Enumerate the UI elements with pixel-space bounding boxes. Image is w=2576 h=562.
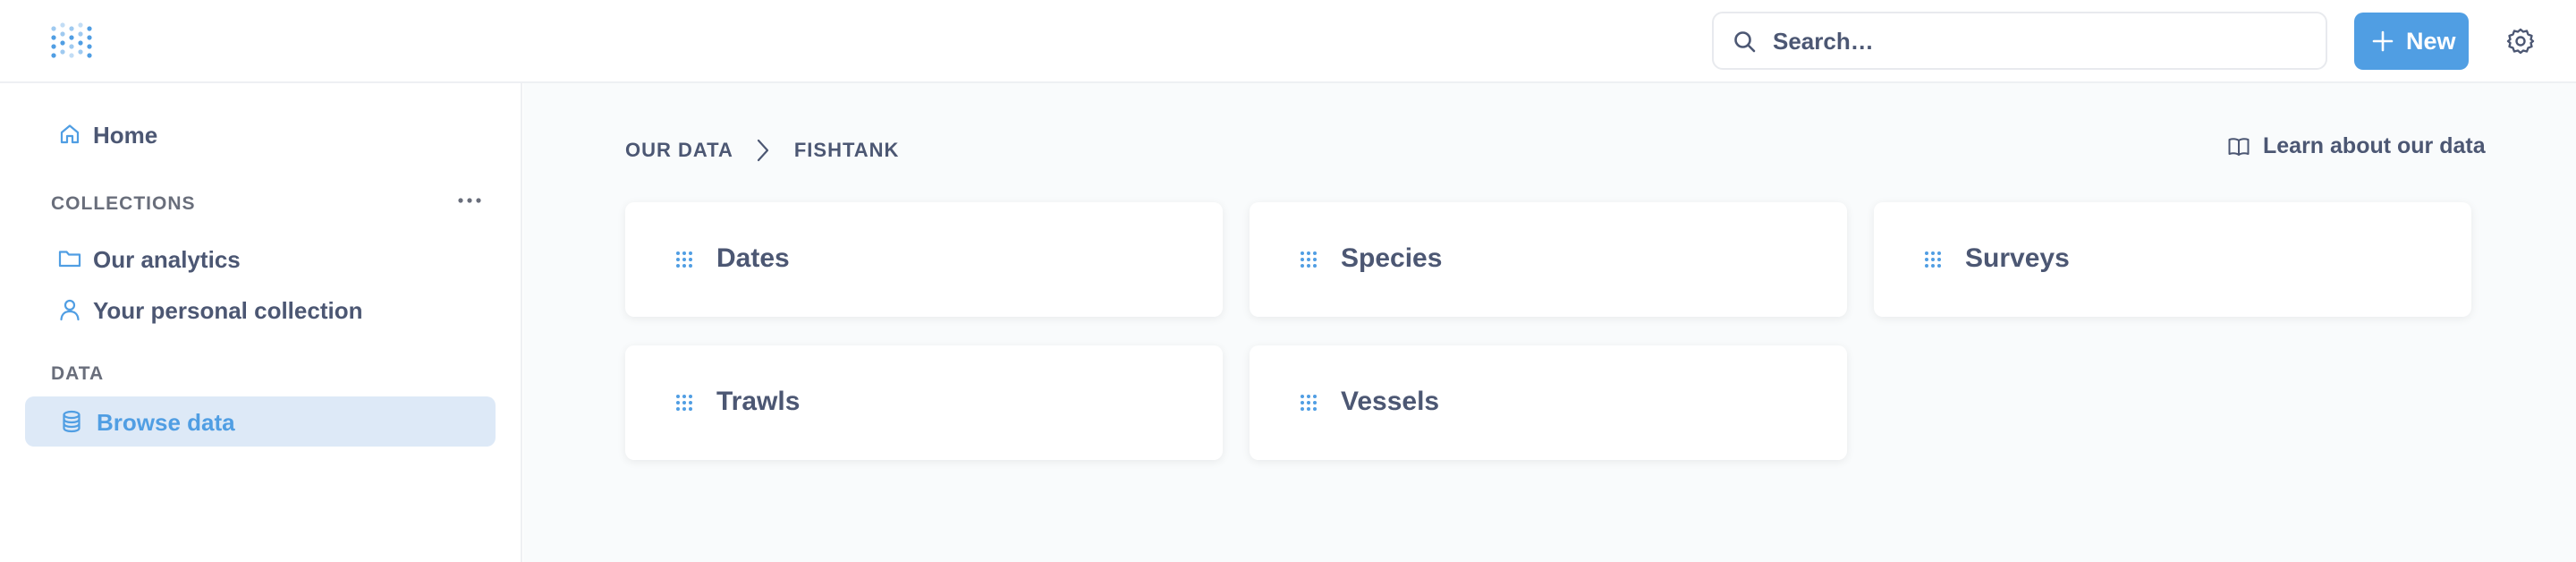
table-card-surveys[interactable]: Surveys [1874, 202, 2471, 317]
person-icon [60, 299, 80, 321]
learn-about-data-label: Learn about our data [2263, 133, 2486, 158]
search-input[interactable] [1773, 22, 2309, 60]
table-card-trawls[interactable]: Trawls [625, 345, 1223, 460]
grid-icon [1925, 251, 1941, 268]
table-card-label: Surveys [1965, 243, 2070, 273]
new-button[interactable]: New [2354, 13, 2469, 70]
table-card-label: Trawls [716, 387, 801, 416]
grid-icon [1301, 251, 1317, 268]
book-icon [2228, 137, 2250, 156]
sidebar-item-label: Your personal collection [93, 297, 363, 324]
breadcrumb-fishtank: FISHTANK [793, 139, 900, 161]
metabase-logo-icon[interactable] [50, 21, 93, 61]
chevron-right-icon [757, 139, 768, 162]
grid-icon [676, 251, 692, 268]
grid-icon [1301, 395, 1317, 411]
grid-icon [676, 395, 692, 411]
gear-icon[interactable] [2506, 27, 2535, 55]
more-options-icon[interactable] [457, 196, 482, 205]
table-card-label: Species [1341, 243, 1443, 273]
table-card-species[interactable]: Species [1250, 202, 1847, 317]
sidebar-item-our-analytics[interactable]: Our analytics [25, 234, 496, 284]
sidebar-item-browse-data[interactable]: Browse data [25, 396, 496, 447]
search-bar[interactable] [1712, 12, 2327, 70]
main-content: OUR DATA FISHTANK Learn about our data D… [523, 83, 2576, 562]
home-icon [60, 124, 80, 144]
table-card-label: Vessels [1341, 387, 1440, 416]
sidebar-item-home[interactable]: Home [25, 109, 496, 159]
breadcrumb: OUR DATA FISHTANK [625, 137, 899, 164]
table-card-label: Dates [716, 243, 790, 273]
collections-section-title: COLLECTIONS [51, 193, 196, 214]
top-navbar: New [0, 0, 2576, 83]
table-card-dates[interactable]: Dates [625, 202, 1223, 317]
new-button-label: New [2406, 28, 2456, 55]
search-icon [1734, 31, 1756, 53]
table-card-vessels[interactable]: Vessels [1250, 345, 1847, 460]
sidebar-item-label: Our analytics [93, 246, 241, 273]
sidebar-item-personal-collection[interactable]: Your personal collection [25, 285, 496, 335]
learn-about-data-link[interactable]: Learn about our data [2227, 133, 2486, 159]
sidebar-item-label: Browse data [97, 409, 235, 436]
data-section-title: DATA [51, 363, 105, 384]
sidebar: Home COLLECTIONS Our analytics Your pers… [0, 83, 522, 562]
breadcrumb-our-data[interactable]: OUR DATA [625, 139, 733, 162]
database-icon [63, 410, 80, 433]
plus-icon [2372, 30, 2394, 52]
folder-icon [58, 251, 81, 268]
sidebar-item-label: Home [93, 122, 158, 149]
